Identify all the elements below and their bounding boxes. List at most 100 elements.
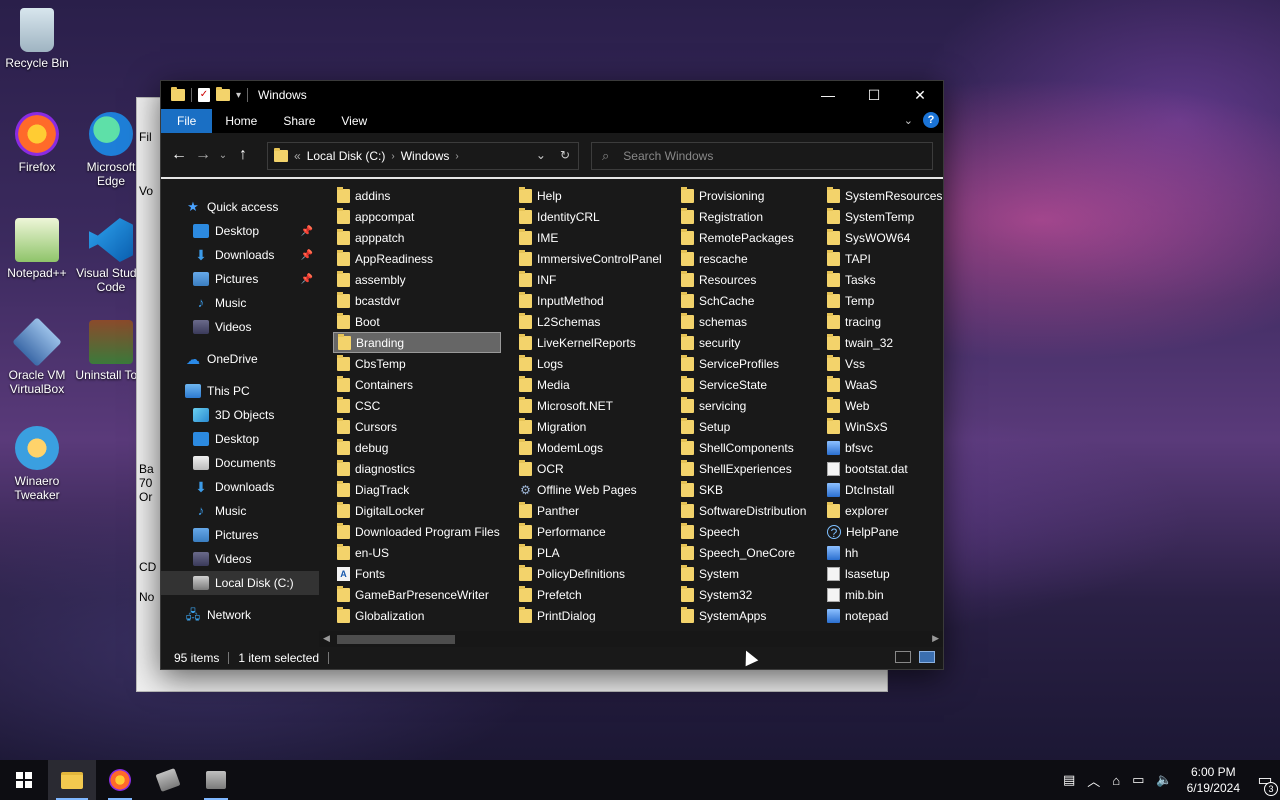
start-button[interactable] [0, 760, 48, 800]
breadcrumb-windows[interactable]: Windows [401, 149, 450, 163]
file-item[interactable]: System32 [677, 584, 811, 605]
address-history-chevron-icon[interactable]: ⌄ [536, 148, 546, 162]
file-item[interactable]: SchCache [677, 290, 811, 311]
scrollbar-thumb[interactable] [337, 635, 455, 644]
file-item[interactable]: bootstat.dat [823, 458, 943, 479]
quick-access-toolbar-dropdown-icon[interactable]: ▾ [236, 90, 241, 101]
forward-arrow-icon[interactable]: → [191, 146, 215, 164]
file-item[interactable]: ? HelpPane [823, 521, 943, 542]
minimize-button[interactable]: — [805, 81, 851, 109]
file-item[interactable]: servicing [677, 395, 811, 416]
file-item[interactable]: CSC [333, 395, 503, 416]
file-item[interactable]: ImmersiveControlPanel [515, 248, 665, 269]
file-item[interactable]: Boot [333, 311, 503, 332]
search-input[interactable]: ⌕ Search Windows [591, 142, 933, 170]
file-item[interactable]: en-US [333, 542, 503, 563]
large-icons-view-icon[interactable] [919, 651, 935, 663]
file-item[interactable]: diagnostics [333, 458, 503, 479]
file-item[interactable]: IME [515, 227, 665, 248]
file-item[interactable]: apppatch [333, 227, 503, 248]
nav-quick-access[interactable]: ★ Quick access [161, 195, 319, 219]
file-explorer-window[interactable]: ✓ ▾ Windows — ☐ ✕ File Home Share View ⌄… [160, 80, 944, 670]
file-item[interactable]: AppReadiness [333, 248, 503, 269]
file-item[interactable]: Performance [515, 521, 665, 542]
file-item[interactable]: L2Schemas [515, 311, 665, 332]
file-item[interactable]: bfsvc [823, 437, 943, 458]
properties-icon[interactable]: ✓ [198, 88, 210, 102]
file-item[interactable]: TAPI [823, 248, 943, 269]
taskbar-uninstall-tool[interactable] [144, 760, 192, 800]
file-item[interactable]: SystemApps [677, 605, 811, 626]
file-item[interactable]: notepad [823, 605, 943, 626]
file-item[interactable]: DigitalLocker [333, 500, 503, 521]
nav-this-pc[interactable]: This PC [161, 379, 319, 403]
file-item[interactable]: Setup [677, 416, 811, 437]
file-item[interactable]: GameBarPresenceWriter [333, 584, 503, 605]
file-item[interactable]: Microsoft.NET [515, 395, 665, 416]
file-item[interactable]: ⚙ Offline Web Pages [515, 479, 665, 500]
file-item[interactable]: ShellExperiences [677, 458, 811, 479]
file-item[interactable]: Cursors [333, 416, 503, 437]
file-item[interactable]: Speech_OneCore [677, 542, 811, 563]
file-item[interactable]: explorer [823, 500, 943, 521]
file-item[interactable]: schemas [677, 311, 811, 332]
tab-view[interactable]: View [328, 109, 380, 133]
nav-pc-videos[interactable]: Videos [161, 547, 319, 571]
file-item[interactable]: security [677, 332, 811, 353]
file-item[interactable]: SystemResources [823, 185, 943, 206]
close-button[interactable]: ✕ [897, 81, 943, 109]
file-item[interactable]: lsasetup [823, 563, 943, 584]
file-item[interactable]: DtcInstall [823, 479, 943, 500]
recent-locations-chevron-icon[interactable]: ⌄ [215, 150, 231, 161]
file-item[interactable]: bcastdvr [333, 290, 503, 311]
file-item[interactable]: SysWOW64 [823, 227, 943, 248]
overflow-chevron-icon[interactable]: « [294, 149, 301, 163]
file-item[interactable]: mib.bin [823, 584, 943, 605]
details-view-icon[interactable] [895, 651, 911, 663]
taskbar-firefox[interactable] [96, 760, 144, 800]
file-item[interactable]: InputMethod [515, 290, 665, 311]
nav-pc-local-disk[interactable]: Local Disk (C:) [161, 571, 319, 595]
file-item[interactable]: ModemLogs [515, 437, 665, 458]
file-item[interactable]: WaaS [823, 374, 943, 395]
file-item[interactable]: assembly [333, 269, 503, 290]
file-item[interactable]: Logs [515, 353, 665, 374]
network-icon[interactable]: ▭ [1132, 772, 1144, 788]
file-item[interactable]: SKB [677, 479, 811, 500]
file-item[interactable]: Containers [333, 374, 503, 395]
file-item[interactable]: Resources [677, 269, 811, 290]
file-item[interactable]: DiagTrack [333, 479, 503, 500]
file-item[interactable]: Tasks [823, 269, 943, 290]
desktop-icon-notepadpp[interactable]: Notepad++ [0, 218, 74, 280]
nav-pc-3d-objects[interactable]: 3D Objects [161, 403, 319, 427]
horizontal-scrollbar[interactable]: ◀ ▶ [319, 631, 943, 647]
file-item[interactable]: RemotePackages [677, 227, 811, 248]
action-center-button[interactable]: ▭ 3 [1250, 770, 1280, 796]
maximize-button[interactable]: ☐ [851, 81, 897, 109]
file-item[interactable]: appcompat [333, 206, 503, 227]
file-item[interactable]: Registration [677, 206, 811, 227]
nav-quick-pictures[interactable]: Pictures 📌 [161, 267, 319, 291]
file-item[interactable]: Speech [677, 521, 811, 542]
file-item[interactable]: Web [823, 395, 943, 416]
taskbar-virtualbox[interactable] [192, 760, 240, 800]
file-item[interactable]: Media [515, 374, 665, 395]
file-item[interactable]: addins [333, 185, 503, 206]
meet-now-icon[interactable]: ⌂ [1112, 773, 1120, 788]
file-item[interactable]: Globalization [333, 605, 503, 626]
nav-pc-music[interactable]: ♪ Music [161, 499, 319, 523]
file-item[interactable]: rescache [677, 248, 811, 269]
file-item[interactable]: OCR [515, 458, 665, 479]
file-item[interactable]: Migration [515, 416, 665, 437]
file-item[interactable]: ServiceProfiles [677, 353, 811, 374]
file-item[interactable]: hh [823, 542, 943, 563]
file-item[interactable]: System [677, 563, 811, 584]
refresh-icon[interactable]: ↻ [560, 148, 570, 162]
nav-onedrive[interactable]: ☁ OneDrive [161, 347, 319, 371]
nav-pc-pictures[interactable]: Pictures [161, 523, 319, 547]
clock[interactable]: 6:00 PM 6/19/2024 [1187, 764, 1240, 796]
file-item[interactable]: CbsTemp [333, 353, 503, 374]
desktop-icon-firefox[interactable]: Firefox [0, 112, 74, 174]
file-item[interactable]: PLA [515, 542, 665, 563]
breadcrumb-local-disk[interactable]: Local Disk (C:) [307, 149, 386, 163]
